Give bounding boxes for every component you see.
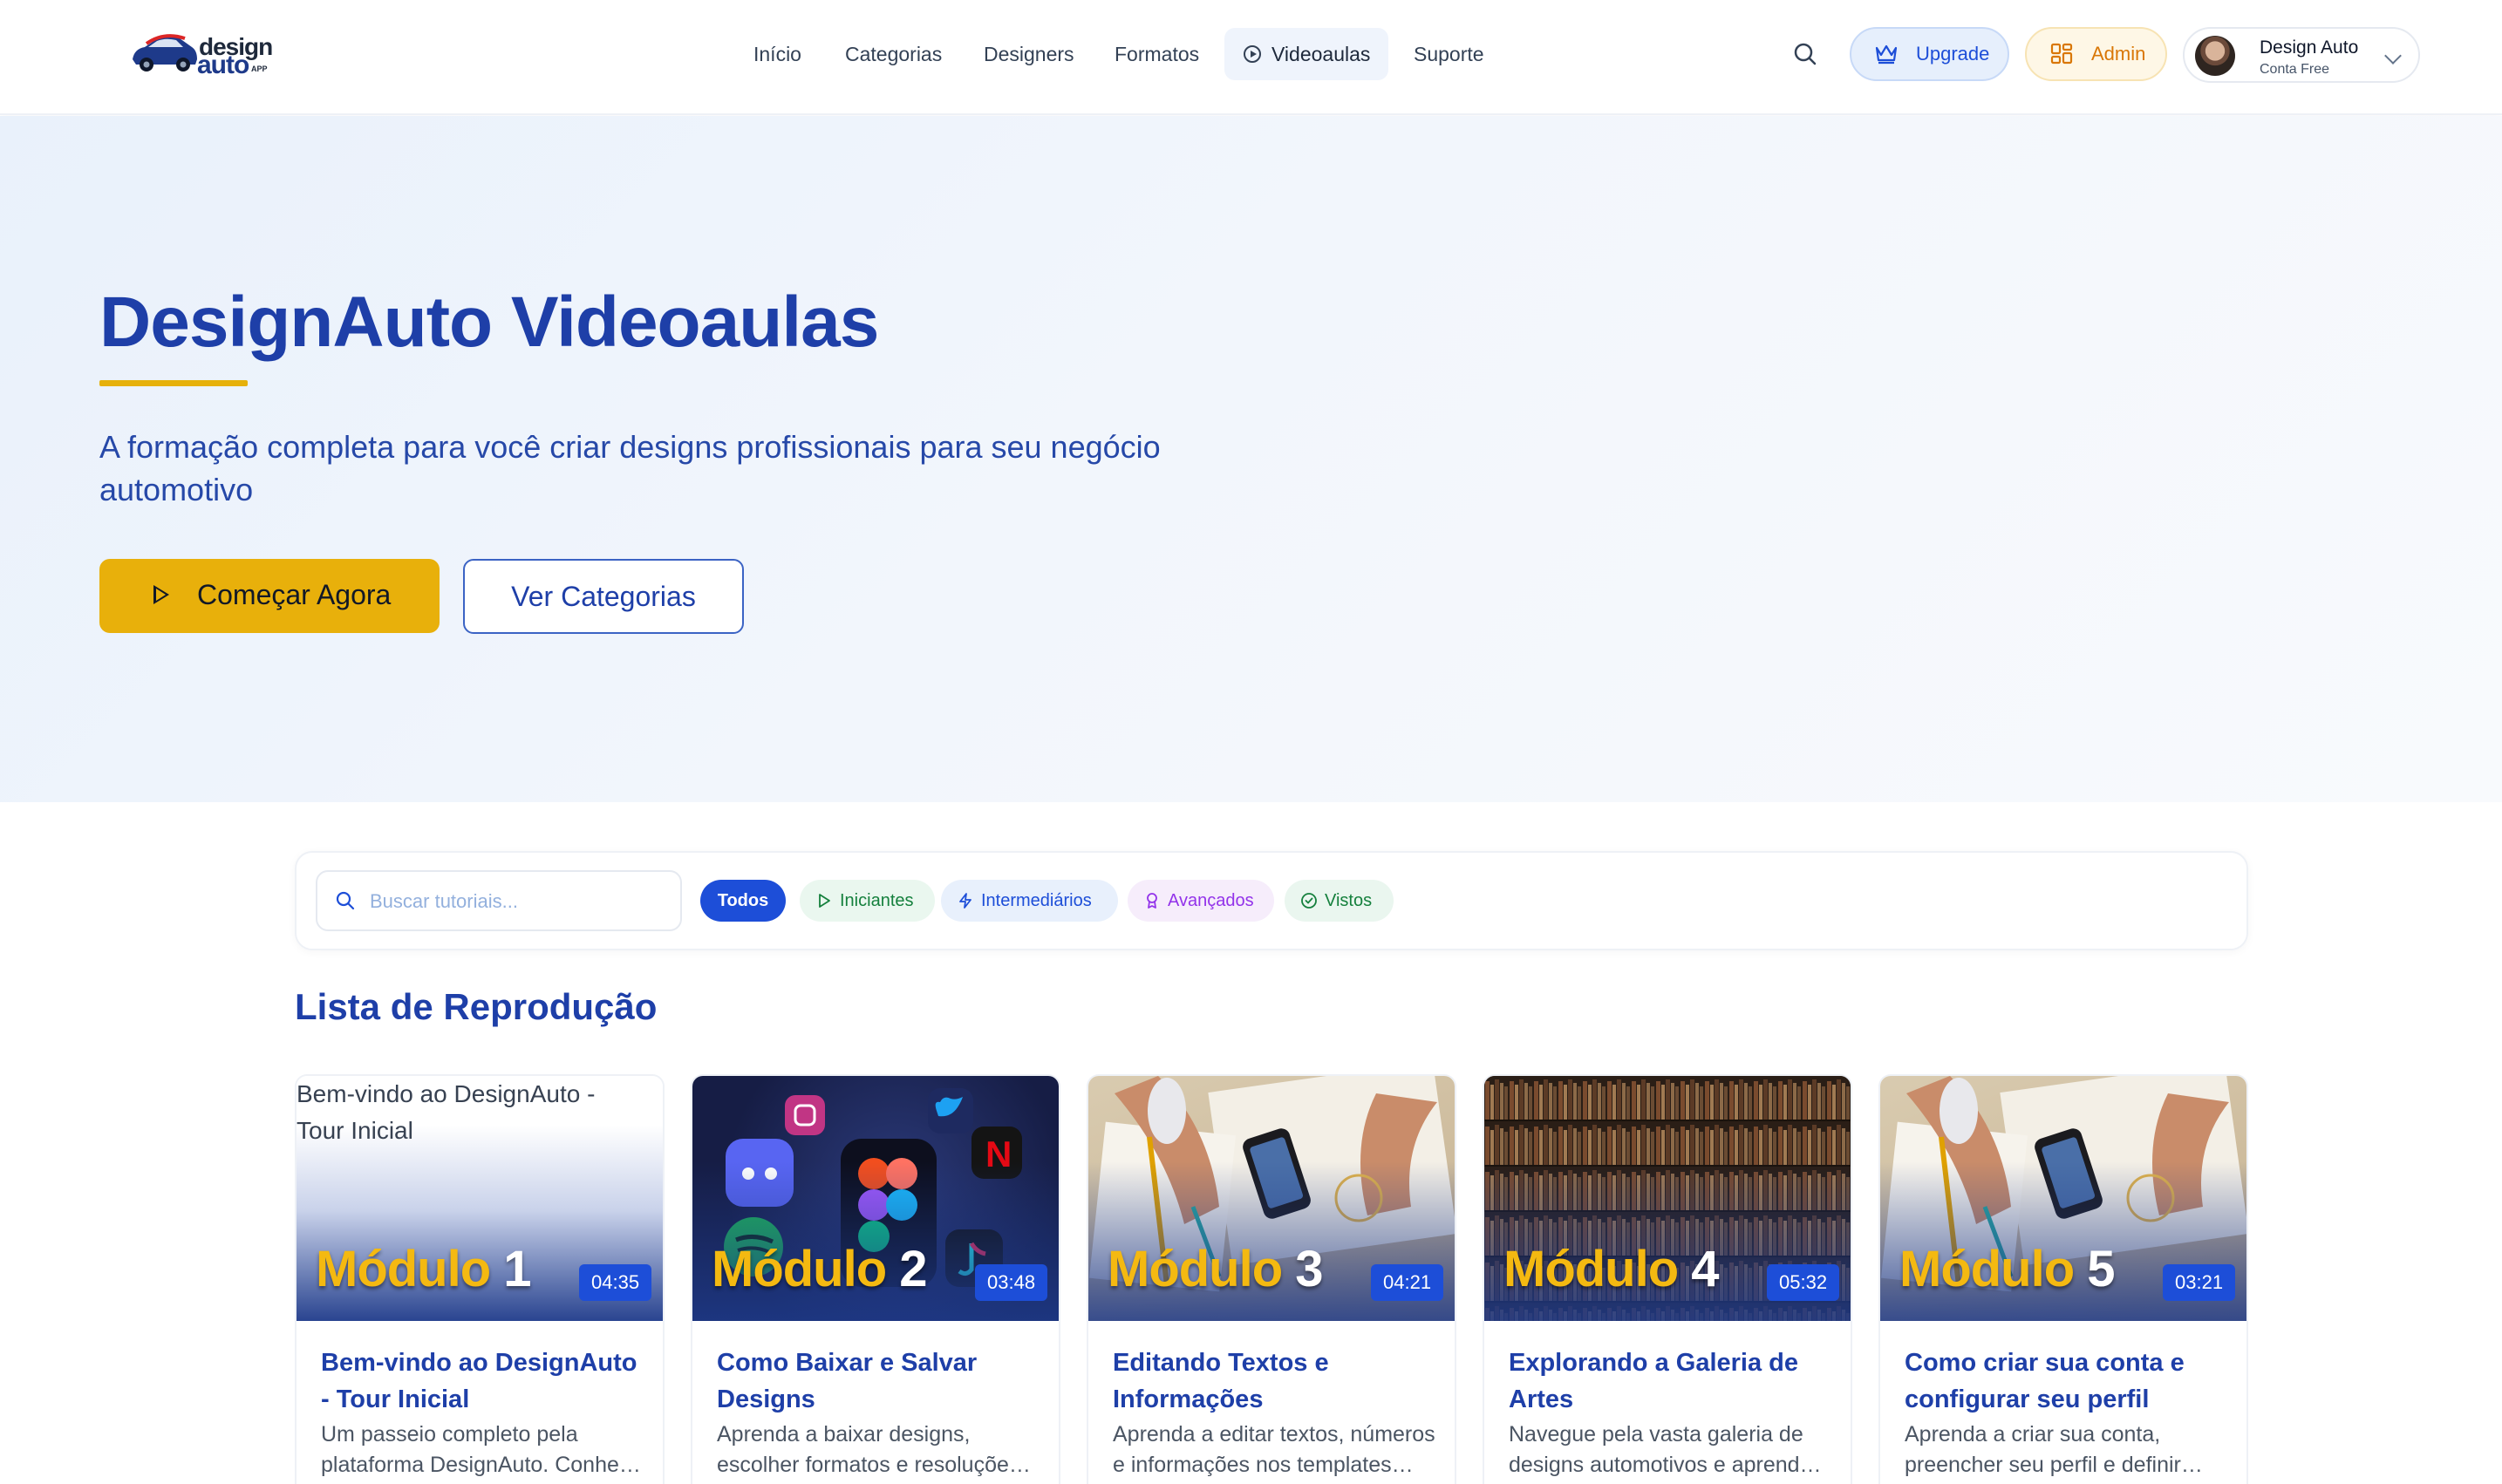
video-title[interactable]: Bem-vindo ao DesignAuto - Tour Inicial — [321, 1344, 644, 1418]
nav-formatos[interactable]: Formatos — [1095, 28, 1218, 80]
dashboard-grid-icon — [2050, 43, 2073, 65]
user-plan: Conta Free — [2260, 62, 2330, 77]
broken-image-alt: Bem-vindo ao DesignAuto - Tour Inicial — [297, 1080, 596, 1144]
module-word: Módulo — [1899, 1241, 2075, 1297]
check-circle-icon — [1301, 893, 1317, 909]
chip-label: Avançados — [1168, 891, 1254, 910]
lightning-icon — [959, 893, 971, 909]
playlist-title: Lista de Reprodução — [295, 986, 658, 1027]
video-card[interactable]: Módulo 5 03:21 Como criar sua conta e co… — [1878, 1074, 2248, 1484]
filter-bar: Todos Iniciantes Intermediários Avançado… — [295, 851, 2248, 950]
module-word: Módulo — [712, 1241, 887, 1297]
admin-label: Admin — [2091, 43, 2146, 65]
nav-videoaulas-label: Videoaulas — [1271, 43, 1371, 65]
car-logo-icon — [133, 34, 197, 71]
chip-label: Intermediários — [981, 891, 1092, 910]
module-word: Módulo — [316, 1241, 491, 1297]
module-label: Módulo 4 — [1503, 1240, 1720, 1298]
video-card[interactable]: Módulo 4 05:32 Explorando a Galeria de A… — [1483, 1074, 1852, 1484]
duration-badge: 04:21 — [1371, 1264, 1444, 1301]
video-thumbnail[interactable]: Bem-vindo ao DesignAuto - Tour Inicial M… — [297, 1076, 663, 1321]
upgrade-button[interactable]: Upgrade — [1850, 27, 2009, 81]
user-name: Design Auto — [2260, 37, 2359, 58]
nav-inicio[interactable]: Início — [734, 28, 821, 80]
video-thumbnail[interactable]: Módulo 5 03:21 — [1880, 1076, 2246, 1321]
search-field[interactable] — [316, 870, 682, 931]
module-label: Módulo 5 — [1899, 1240, 2116, 1298]
video-thumbnail[interactable]: Módulo 4 05:32 — [1484, 1076, 1851, 1321]
view-categories-button[interactable]: Ver Categorias — [463, 559, 744, 634]
nav-videoaulas[interactable]: Videoaulas — [1224, 28, 1388, 80]
chevron-down-icon — [2384, 47, 2402, 65]
video-thumbnail[interactable]: Módulo 3 04:21 — [1088, 1076, 1455, 1321]
nav-suporte[interactable]: Suporte — [1394, 28, 1503, 80]
video-title[interactable]: Como Baixar e Salvar Designs — [717, 1344, 1040, 1418]
module-word: Módulo — [1108, 1241, 1283, 1297]
filter-chip-todos[interactable]: Todos — [700, 880, 786, 922]
module-number: 5 — [2087, 1241, 2115, 1297]
play-icon — [819, 894, 830, 908]
chip-label: Iniciantes — [840, 891, 914, 910]
video-title[interactable]: Editando Textos e Informações — [1113, 1344, 1435, 1418]
filter-chip-intermediarios[interactable]: Intermediários — [941, 880, 1118, 922]
filter-chip-vistos[interactable]: Vistos — [1285, 880, 1394, 922]
top-navbar: design auto APP Início Categorias Design… — [0, 0, 2502, 115]
nav-categorias[interactable]: Categorias — [826, 28, 961, 80]
video-description: Navegue pela vasta galeria de designs au… — [1509, 1422, 1830, 1477]
upgrade-label: Upgrade — [1916, 43, 1990, 65]
hero-subtitle: A formação completa para você criar desi… — [99, 429, 1161, 507]
nav-designers[interactable]: Designers — [965, 28, 1094, 80]
filter-chip-avancados[interactable]: Avançados — [1128, 880, 1274, 922]
module-label: Módulo 2 — [712, 1240, 928, 1298]
admin-button[interactable]: Admin — [2025, 27, 2167, 81]
module-label: Módulo 3 — [1108, 1240, 1324, 1298]
duration-badge: 05:32 — [1767, 1264, 1840, 1301]
module-number: 4 — [1691, 1241, 1719, 1297]
start-now-button[interactable]: Começar Agora — [99, 559, 440, 633]
video-title[interactable]: Como criar sua conta e configurar seu pe… — [1905, 1344, 2227, 1418]
play-icon — [153, 585, 169, 604]
crown-icon — [1875, 44, 1898, 65]
module-number: 2 — [899, 1241, 927, 1297]
video-card[interactable]: N Módulo 2 03:48 Como Baixar e Salvar De… — [691, 1074, 1060, 1484]
hero-section: DesignAuto Videoaulas A formação complet… — [0, 116, 2502, 802]
module-number: 1 — [503, 1241, 531, 1297]
chip-label: Vistos — [1325, 891, 1373, 910]
duration-badge: 04:35 — [579, 1264, 652, 1301]
video-description: Aprenda a criar sua conta, preencher seu… — [1905, 1422, 2181, 1477]
duration-badge: 03:48 — [975, 1264, 1048, 1301]
video-thumbnail[interactable]: N Módulo 2 03:48 — [692, 1076, 1059, 1321]
search-icon — [336, 891, 355, 910]
video-description: Um passeio completo pela plataforma Desi… — [321, 1422, 643, 1477]
duration-badge: 03:21 — [2163, 1264, 2236, 1301]
play-circle-icon — [1244, 44, 1261, 63]
award-icon — [1147, 893, 1157, 909]
video-title[interactable]: Explorando a Galeria de Artes — [1509, 1344, 1831, 1418]
designauto-logo[interactable]: design auto APP — [129, 30, 273, 79]
logo-text-app: APP — [251, 65, 268, 73]
logo-text-auto: auto — [197, 51, 249, 79]
title-underline — [99, 380, 248, 386]
avatar — [2195, 36, 2235, 76]
user-menu[interactable]: Design Auto Conta Free — [2183, 27, 2420, 83]
search-icon[interactable] — [1790, 38, 1821, 70]
page-title: DesignAuto Videoaulas — [99, 283, 879, 362]
search-input[interactable] — [370, 884, 666, 919]
filter-chip-iniciantes[interactable]: Iniciantes — [800, 880, 935, 922]
module-word: Módulo — [1503, 1241, 1679, 1297]
video-card[interactable]: Bem-vindo ao DesignAuto - Tour Inicial M… — [295, 1074, 665, 1484]
start-now-label: Começar Agora — [197, 579, 392, 610]
video-description: Aprenda a baixar designs, escolher forma… — [717, 1422, 1020, 1477]
video-description: Aprenda a editar textos, números e infor… — [1113, 1422, 1435, 1477]
module-number: 3 — [1295, 1241, 1323, 1297]
module-label: Módulo 1 — [316, 1240, 532, 1298]
video-card[interactable]: Módulo 3 04:21 Editando Textos e Informa… — [1087, 1074, 1456, 1484]
